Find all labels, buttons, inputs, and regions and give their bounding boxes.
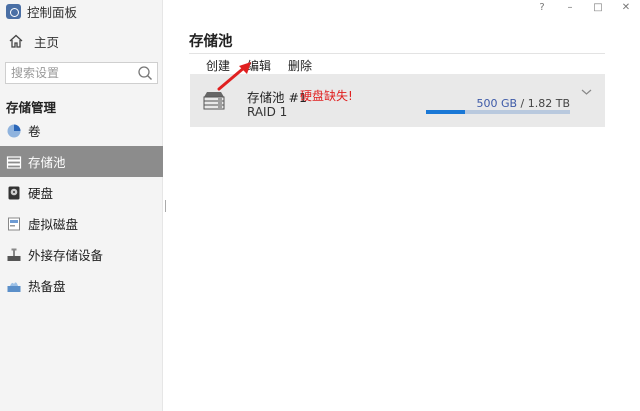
sidebar-item-label: 外接存储设备 [28, 248, 104, 263]
external-storage-icon [7, 248, 21, 261]
search-input[interactable] [6, 66, 137, 80]
pool-raid-type: RAID 1 [247, 105, 288, 119]
storage-pool-icon [203, 92, 225, 110]
pool-usage-separator: / [517, 97, 528, 110]
pool-usage-text: 500 GB / 1.82 TB [476, 97, 570, 110]
sidebar-item-storage-pool[interactable]: 存储池 [0, 146, 163, 177]
sidebar-item-volume[interactable]: 卷 [0, 115, 163, 146]
search-icon[interactable] [137, 65, 153, 81]
sidebar-item-home[interactable]: 主页 [0, 30, 163, 52]
pool-used: 500 GB [476, 97, 518, 110]
storage-pool-icon [6, 155, 22, 169]
sidebar-item-external-storage[interactable]: 外接存储设备 [0, 239, 163, 270]
search-box[interactable] [5, 62, 158, 84]
page-title: 存储池 [189, 34, 233, 50]
minimize-button[interactable]: – [556, 0, 584, 14]
chevron-down-icon[interactable] [581, 88, 592, 96]
toolbar: 创建 编辑 删除 [189, 57, 312, 73]
sidebar-item-virtual-disk[interactable]: 虚拟磁盘 [0, 208, 163, 239]
splitter-grip[interactable] [164, 200, 167, 212]
help-button[interactable]: ? [528, 0, 556, 14]
sidebar-item-label: 存储池 [28, 155, 66, 170]
window-controls: ? – □ ✕ [528, 0, 640, 14]
pool-warning-text: 硬盘缺失! [300, 89, 353, 103]
maximize-button[interactable]: □ [584, 0, 612, 14]
create-button[interactable]: 创建 [206, 57, 230, 73]
storage-pool-card[interactable]: 存储池 #1 硬盘缺失! RAID 1 500 GB / 1.82 TB [190, 74, 605, 127]
pool-usage-bar [426, 110, 570, 114]
control-panel-icon [6, 3, 21, 19]
hot-spare-icon [7, 281, 21, 292]
delete-button[interactable]: 删除 [288, 57, 312, 73]
virtual-disk-icon [8, 217, 20, 230]
home-icon [9, 34, 23, 48]
title-divider [189, 53, 605, 54]
sidebar-item-label: 虚拟磁盘 [28, 217, 79, 232]
pool-usage-bar-fill [426, 110, 465, 114]
close-button[interactable]: ✕ [612, 0, 640, 14]
sidebar: 控制面板 主页 存储管理 卷 存储池 [0, 0, 163, 411]
sidebar-item-label: 热备盘 [28, 279, 66, 294]
pool-name: 存储池 #1 [247, 90, 307, 105]
app-title-bar: 控制面板 [0, 0, 163, 22]
section-header-storage: 存储管理 [6, 100, 57, 115]
sidebar-item-label: 卷 [28, 124, 41, 139]
sidebar-item-label: 主页 [34, 34, 60, 50]
sidebar-item-hot-spare[interactable]: 热备盘 [0, 270, 163, 301]
sidebar-item-label: 硬盘 [28, 186, 54, 201]
sidebar-item-hard-disk[interactable]: 硬盘 [0, 177, 163, 208]
nav-list: 卷 存储池 硬盘 虚拟磁盘 外接存储设备 热备盘 [0, 115, 163, 301]
app-title: 控制面板 [27, 4, 78, 20]
pool-total: 1.82 TB [527, 97, 570, 110]
volume-pie-icon [7, 124, 21, 137]
hard-disk-icon [8, 186, 20, 199]
edit-button[interactable]: 编辑 [247, 57, 271, 73]
